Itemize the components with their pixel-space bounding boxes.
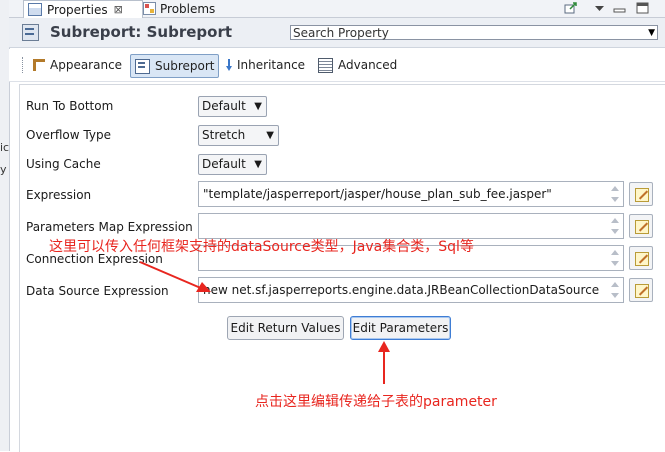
view-menu-icon[interactable] [593, 2, 606, 14]
subreport-icon [22, 24, 39, 41]
tab-appearance-label: Appearance [50, 58, 123, 72]
close-icon[interactable]: ⊠ [114, 3, 123, 16]
tab-inheritance[interactable]: Inheritance [222, 54, 305, 76]
appearance-icon [33, 59, 45, 71]
data-source-field[interactable]: new net.sf.jasperreports.engine.data.JRB… [198, 277, 624, 303]
left-panel-text-fragment: ic [0, 141, 10, 154]
advanced-icon [318, 57, 333, 73]
tab-subreport[interactable]: Subreport [130, 54, 219, 78]
expression-label: Expression [26, 188, 92, 202]
expression-field[interactable]: "template/jasperreport/jasper/house_plan… [198, 181, 624, 207]
view-tab-bar: Properties ⊠ Problems [9, 0, 665, 18]
connection-edit-button[interactable] [629, 246, 653, 270]
using-cache-value: Default [202, 157, 246, 171]
minimize-icon[interactable] [613, 2, 626, 14]
problems-view-icon [143, 2, 156, 15]
data-source-label: Data Source Expression [26, 284, 169, 298]
overflow-type-select[interactable]: Stretch ▼ [198, 125, 279, 146]
chevron-down-icon: ▼ [254, 101, 262, 112]
tab-properties[interactable]: Properties ⊠ [23, 0, 143, 18]
chevron-down-icon: ▼ [254, 159, 262, 170]
maximize-icon[interactable] [636, 2, 649, 14]
toolbar-grip [22, 57, 25, 73]
left-panel-text-fragment: y [0, 163, 7, 176]
page-title: Subreport: Subreport [50, 23, 233, 41]
annotation-datasource-note: 这里可以传入任何框架支持的dataSource类型，Java集合类，Sql等 [49, 239, 474, 255]
tab-subreport-label: Subreport [155, 59, 215, 73]
field-scrollbar[interactable] [608, 279, 622, 301]
data-source-edit-button[interactable] [629, 278, 653, 302]
run-to-bottom-value: Default [202, 99, 246, 113]
run-to-bottom-select[interactable]: Default ▼ [198, 96, 267, 117]
expression-value: "template/jasperreport/jasper/house_plan… [203, 187, 552, 201]
pin-icon[interactable] [564, 2, 577, 14]
search-property-combo[interactable]: Search Property ▼ [290, 25, 658, 40]
subreport-section-icon [135, 58, 150, 74]
properties-view-icon [28, 3, 42, 16]
annotation-parameters-note: 点击这里编辑传递给子表的parameter [255, 394, 497, 410]
field-scrollbar[interactable] [608, 215, 622, 237]
tab-properties-label: Properties [47, 2, 108, 17]
tab-problems-label: Problems [160, 1, 216, 16]
tab-advanced-label: Advanced [338, 58, 398, 72]
overflow-type-label: Overflow Type [26, 128, 111, 142]
properties-header: Subreport: Subreport Search Property ▼ [9, 18, 665, 48]
tab-appearance[interactable]: Appearance [29, 54, 122, 76]
using-cache-label: Using Cache [26, 157, 101, 171]
data-source-value: new net.sf.jasperreports.engine.data.JRB… [203, 283, 600, 297]
tab-inheritance-label: Inheritance [237, 58, 306, 72]
using-cache-select[interactable]: Default ▼ [198, 154, 267, 175]
section-tab-bar: Appearance Subreport Inheritance Advance… [9, 49, 665, 82]
parameters-map-label: Parameters Map Expression [26, 220, 193, 234]
inheritance-icon [226, 58, 232, 72]
edit-parameters-button[interactable]: Edit Parameters [350, 316, 451, 340]
tab-problems[interactable]: Problems [141, 0, 225, 17]
field-scrollbar[interactable] [608, 247, 622, 269]
parameters-map-edit-button[interactable] [629, 214, 653, 238]
chevron-down-icon[interactable]: ▼ [648, 26, 655, 41]
tab-advanced[interactable]: Advanced [314, 54, 397, 76]
edit-return-values-button[interactable]: Edit Return Values [227, 316, 344, 340]
run-to-bottom-label: Run To Bottom [26, 99, 114, 113]
search-property-text: Search Property [293, 26, 389, 40]
expression-edit-button[interactable] [629, 182, 653, 206]
field-scrollbar[interactable] [608, 183, 622, 205]
chevron-down-icon: ▼ [266, 130, 274, 141]
overflow-type-value: Stretch [202, 128, 246, 142]
